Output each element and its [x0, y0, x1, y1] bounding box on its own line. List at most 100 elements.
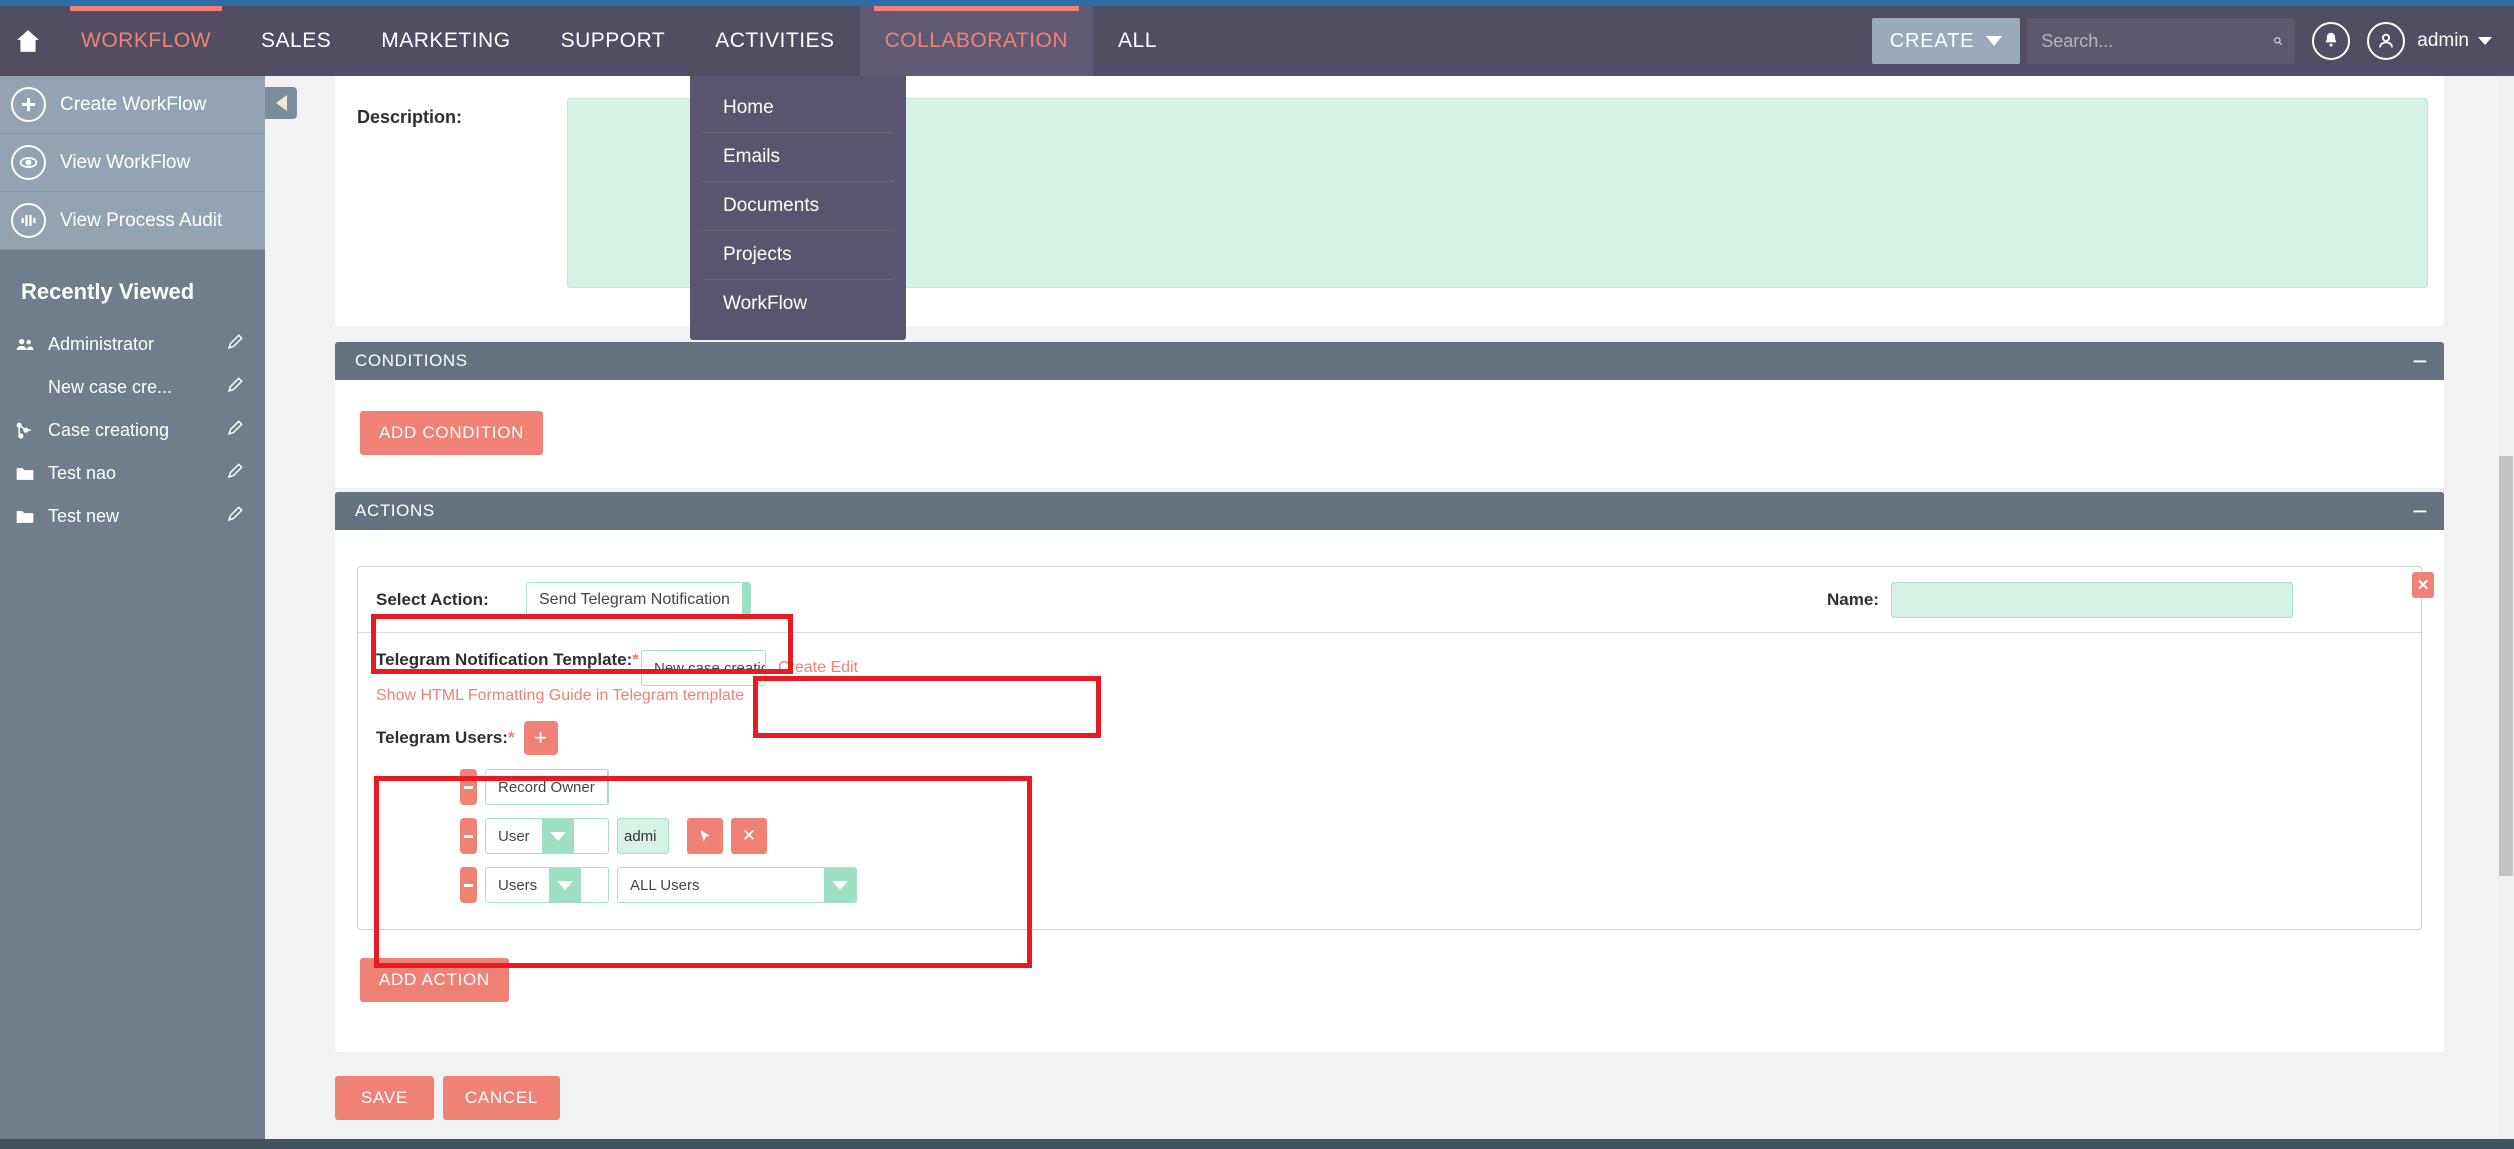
chevron-left-icon [275, 95, 287, 111]
pencil-edit-icon[interactable] [226, 462, 244, 485]
list-item[interactable]: Test new [0, 495, 265, 538]
telegram-template-value: New case creation [654, 659, 766, 677]
select-action-dropdown[interactable]: Send Telegram Notification [526, 581, 751, 618]
remove-row-button[interactable] [460, 867, 477, 903]
nav-item-workflow[interactable]: WORKFLOW [56, 6, 236, 76]
nav-item-collaboration[interactable]: COLLABORATION [859, 6, 1094, 76]
telegram-template-dropdown[interactable]: New case creation [641, 650, 766, 686]
telegram-template-label: Telegram Notification Template: [376, 650, 633, 669]
clear-x-icon[interactable]: ✕ [731, 818, 767, 854]
main-content: Description: CONDITIONS − ADD CONDITION … [265, 76, 2514, 1149]
add-condition-button[interactable]: ADD CONDITION [360, 411, 544, 455]
page-scrollbar-thumb[interactable] [2499, 456, 2513, 876]
action-select-row: Select Action: Send Telegram Notificatio… [358, 567, 2421, 633]
nav-item-sales[interactable]: SALES [236, 6, 356, 76]
user-type-dropdown[interactable]: Users [485, 867, 609, 903]
create-button[interactable]: CREATE [1871, 18, 2021, 64]
sidebar-item-create-workflow[interactable]: Create WorkFlow [0, 76, 265, 134]
nav-item-marketing[interactable]: MARKETING [356, 6, 535, 76]
plus-circle-icon [11, 87, 46, 122]
search-box[interactable] [2027, 18, 2296, 64]
user-scope-dropdown[interactable]: ALL Users [617, 867, 857, 903]
audit-waveform-icon [11, 203, 46, 238]
conditions-section: CONDITIONS − ADD CONDITION [335, 342, 2444, 488]
menu-item-emails[interactable]: Emails [702, 133, 894, 182]
telegram-users-row: Telegram Users: * + Record Owner User ad… [358, 715, 2421, 929]
list-item[interactable]: New case cre... [0, 366, 265, 409]
remove-action-button[interactable]: ✕ [2412, 572, 2434, 598]
pencil-edit-icon[interactable] [226, 419, 244, 442]
template-create-edit-link[interactable]: Create Edit [778, 659, 858, 677]
required-asterisk: * [632, 650, 639, 669]
description-panel: Description: [335, 76, 2444, 326]
telegram-user-row: User ✕ [460, 818, 2403, 854]
pencil-edit-icon[interactable] [226, 376, 244, 399]
sidebar-item-label: View WorkFlow [60, 151, 191, 173]
list-item[interactable]: Case creationg [0, 409, 265, 452]
nav-item-label: SALES [261, 29, 332, 52]
pencil-edit-icon[interactable] [226, 505, 244, 528]
collapse-minus-icon[interactable]: − [2412, 498, 2428, 524]
app-header: WORKFLOW SALES MARKETING SUPPORT ACTIVIT… [0, 6, 2514, 76]
save-button[interactable]: SAVE [335, 1076, 434, 1120]
telegram-user-row: Users ALL Users [460, 867, 2403, 903]
account-menu[interactable]: admin [2417, 30, 2492, 52]
folder-icon [15, 507, 39, 527]
section-title: ACTIONS [355, 501, 435, 520]
telegram-template-row: Telegram Notification Template: * Show H… [358, 633, 2421, 715]
sidebar-collapse-toggle[interactable] [265, 87, 297, 119]
list-item[interactable]: Test nao [0, 452, 265, 495]
select-action-label: Select Action: [376, 589, 489, 609]
menu-item-workflow[interactable]: WorkFlow [702, 280, 894, 328]
search-icon[interactable] [2273, 29, 2283, 53]
remove-row-button[interactable] [460, 769, 477, 805]
user-scope-value: ALL Users [630, 876, 700, 894]
nav-item-activities[interactable]: ACTIVITIES [690, 6, 859, 76]
list-item-label: Case creationg [48, 420, 170, 440]
cursor-select-icon[interactable] [687, 818, 723, 854]
nav-item-support[interactable]: SUPPORT [536, 6, 691, 76]
menu-item-projects[interactable]: Projects [702, 231, 894, 280]
folder-icon [15, 464, 39, 484]
html-formatting-guide-link[interactable]: Show HTML Formatting Guide in Telegram t… [376, 687, 744, 705]
home-icon[interactable] [0, 6, 56, 76]
pencil-edit-icon[interactable] [226, 333, 244, 356]
user-avatar-icon[interactable] [2367, 22, 2406, 60]
nav-item-all[interactable]: ALL [1093, 6, 1182, 76]
actions-section-body: ✕ Select Action: Send Telegram Notificat… [335, 530, 2444, 1052]
left-sidebar: Create WorkFlow View WorkFlow View Proce… [0, 76, 265, 1149]
user-type-dropdown[interactable]: User [485, 818, 609, 854]
page-scrollbar-track[interactable] [2498, 76, 2514, 1149]
sidebar-item-view-workflow[interactable]: View WorkFlow [0, 134, 265, 192]
conditions-section-body: ADD CONDITION [335, 380, 2444, 488]
search-input[interactable] [2041, 30, 2274, 52]
nav-item-label: ACTIVITIES [715, 29, 835, 52]
remove-row-button[interactable] [460, 818, 477, 854]
menu-item-documents[interactable]: Documents [702, 182, 894, 231]
footer-strip [0, 1139, 2514, 1149]
sidebar-item-label: View Process Audit [60, 209, 223, 231]
cancel-button[interactable]: CANCEL [442, 1076, 561, 1120]
nav-item-label: COLLABORATION [884, 29, 1069, 52]
select-action-value: Send Telegram Notification [539, 590, 730, 608]
user-type-value: User [498, 827, 530, 845]
actions-section: ACTIONS − ✕ Select Action: Send Telegram… [335, 492, 2444, 1052]
menu-item-home[interactable]: Home [702, 84, 894, 133]
list-item[interactable]: Administrator [0, 323, 265, 366]
list-item-label: Test nao [48, 463, 117, 483]
add-telegram-user-button[interactable]: + [523, 721, 558, 755]
notification-bell-icon[interactable] [2312, 22, 2351, 60]
collapse-minus-icon[interactable]: − [2412, 348, 2428, 374]
section-title: CONDITIONS [355, 351, 468, 370]
add-action-row: ADD ACTION [335, 930, 2444, 1022]
user-type-value: Record Owner [498, 778, 595, 796]
nav-item-label: SUPPORT [560, 29, 666, 52]
action-name-input[interactable] [1891, 581, 2293, 618]
user-name-input[interactable] [617, 818, 669, 854]
list-item-label: Administrator [48, 334, 155, 354]
add-action-button[interactable]: ADD ACTION [360, 958, 509, 1002]
telegram-users-label: Telegram Users: [376, 728, 508, 747]
sidebar-item-view-process-audit[interactable]: View Process Audit [0, 192, 265, 250]
user-type-dropdown[interactable]: Record Owner [485, 769, 609, 805]
name-label: Name: [1827, 589, 1879, 609]
